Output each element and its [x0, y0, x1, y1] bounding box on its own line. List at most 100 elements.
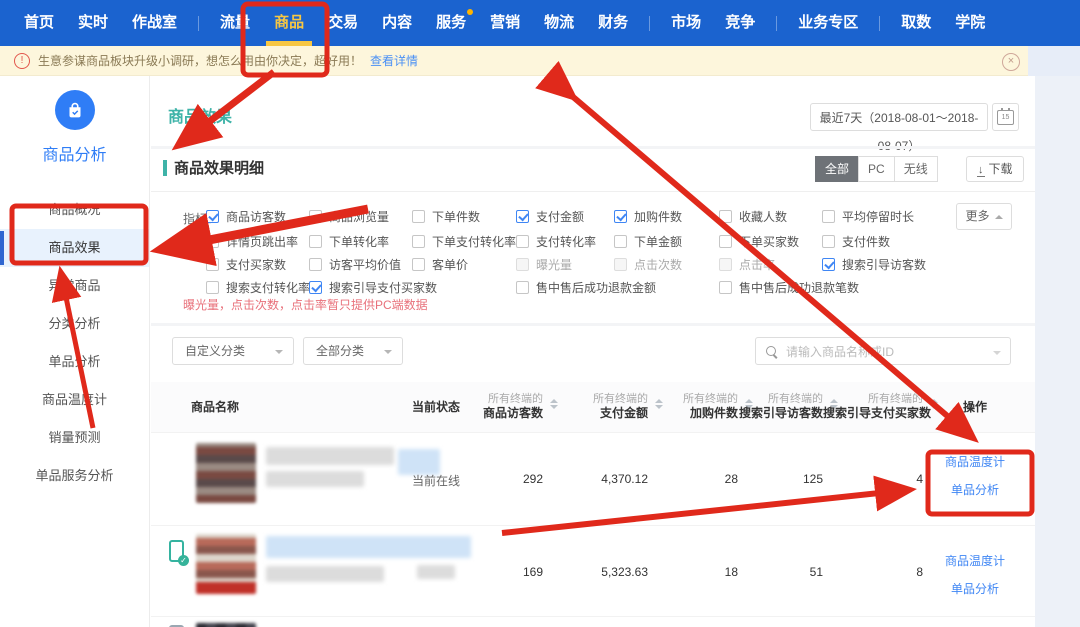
checkbox[interactable] — [719, 281, 732, 294]
checkbox[interactable] — [412, 258, 425, 271]
indicator-checkbox[interactable]: 下单支付转化率 — [412, 233, 516, 250]
action-link-thermometer[interactable]: 商品温度计 — [929, 552, 1021, 569]
checkbox-checked[interactable] — [822, 258, 835, 271]
action-link-thermometer[interactable]: 商品温度计 — [929, 453, 1021, 470]
sidebar-item[interactable]: 商品概况 — [0, 191, 149, 229]
indicator-checkbox[interactable]: 详情页跳出率 — [206, 233, 298, 250]
column-header-prefix: 所有终端的 — [736, 393, 823, 406]
checkbox[interactable] — [614, 235, 627, 248]
indicator-checkbox[interactable]: 点击率 — [719, 256, 775, 273]
nav-item[interactable]: 业务专区 — [798, 0, 858, 46]
indicator-checkbox[interactable]: 支付金额 — [516, 208, 584, 225]
action-link-item-analysis[interactable]: 单品分析 — [929, 481, 1021, 498]
checkbox[interactable] — [206, 258, 219, 271]
indicator-checkbox[interactable]: 下单件数 — [412, 208, 480, 225]
sidebar-item[interactable]: 分类分析 — [0, 305, 149, 343]
nav-item[interactable]: 作战室 — [132, 0, 177, 46]
checkbox-checked[interactable] — [309, 281, 322, 294]
tab-device[interactable]: PC — [858, 156, 895, 182]
top-nav-items: 首页实时作战室流量商品交易内容服务营销物流财务市场竞争业务专区取数学院 — [0, 0, 1080, 46]
checkbox[interactable] — [206, 281, 219, 294]
indicator-checkbox[interactable]: 搜索支付转化率 — [206, 279, 310, 296]
sidebar-item[interactable]: 单品服务分析 — [0, 457, 149, 495]
checkbox[interactable] — [309, 210, 322, 223]
nav-item[interactable]: 实时 — [78, 0, 108, 46]
sidebar-item[interactable]: 销量预测 — [0, 419, 149, 457]
checkbox[interactable] — [719, 210, 732, 223]
checkbox[interactable] — [309, 258, 322, 271]
nav-item[interactable]: 交易 — [328, 0, 358, 46]
checkbox[interactable] — [822, 235, 835, 248]
checkbox[interactable] — [614, 258, 627, 271]
custom-category-select[interactable]: 自定义分类 — [172, 337, 294, 365]
checkbox[interactable] — [516, 235, 529, 248]
indicator-checkbox[interactable]: 加购件数 — [614, 208, 682, 225]
checkbox[interactable] — [412, 235, 425, 248]
indicator-checkbox[interactable]: 下单金额 — [614, 233, 682, 250]
indicator-checkbox[interactable]: 商品访客数 — [206, 208, 286, 225]
nav-item[interactable]: 首页 — [24, 0, 54, 46]
indicator-checkbox[interactable]: 售中售后成功退款笔数 — [719, 279, 859, 296]
checkbox[interactable] — [719, 258, 732, 271]
checkbox-checked[interactable] — [516, 210, 529, 223]
nav-item[interactable]: 财务 — [598, 0, 628, 46]
sidebar-item[interactable]: 异常商品 — [0, 267, 149, 305]
checkbox-label: 下单转化率 — [329, 233, 389, 250]
nav-item[interactable]: 服务 — [436, 0, 466, 46]
indicator-checkbox[interactable]: 支付转化率 — [516, 233, 596, 250]
date-range-picker[interactable]: 最近7天（2018-08-01～2018-08-07） — [810, 103, 988, 131]
checkbox-label: 点击次数 — [634, 256, 682, 273]
checkbox[interactable] — [206, 235, 219, 248]
sidebar-item[interactable]: 商品温度计 — [0, 381, 149, 419]
indicator-checkbox[interactable]: 下单买家数 — [719, 233, 799, 250]
tab-active[interactable]: 全部 — [815, 156, 859, 182]
metric-value: 125 — [736, 472, 823, 486]
calendar-button[interactable]: 15 — [992, 103, 1019, 131]
indicator-checkbox[interactable]: 支付件数 — [822, 233, 890, 250]
close-icon[interactable]: × — [1002, 53, 1020, 71]
all-category-select[interactable]: 全部分类 — [303, 337, 403, 365]
indicator-checkbox[interactable]: 平均停留时长 — [822, 208, 914, 225]
indicator-checkbox[interactable]: 访客平均价值 — [309, 256, 401, 273]
metric-value: 8 — [823, 565, 923, 579]
indicator-checkbox[interactable]: 曝光量 — [516, 256, 572, 273]
sidebar-item[interactable]: 单品分析 — [0, 343, 149, 381]
indicator-checkbox[interactable]: 点击次数 — [614, 256, 682, 273]
indicator-checkbox[interactable]: 售中售后成功退款金额 — [516, 279, 656, 296]
nav-item[interactable]: 内容 — [382, 0, 412, 46]
nav-item[interactable]: 物流 — [544, 0, 574, 46]
nav-item[interactable]: 学院 — [955, 0, 985, 46]
nav-item[interactable]: 竞争 — [725, 0, 755, 46]
section-title: 商品效果明细 — [174, 157, 264, 178]
indicator-checkbox[interactable]: 客单价 — [412, 256, 468, 273]
indicator-checkbox[interactable]: 搜索引导支付买家数 — [309, 279, 437, 296]
checkbox-label: 下单件数 — [432, 208, 480, 225]
status-cell: 当前在线 — [401, 472, 471, 489]
checkbox[interactable] — [719, 235, 732, 248]
search-input[interactable] — [784, 339, 988, 365]
sidebar-item[interactable]: 商品效果 — [0, 229, 149, 267]
nav-item[interactable]: 市场 — [671, 0, 701, 46]
checkbox[interactable] — [412, 210, 425, 223]
banner-detail-link[interactable]: 查看详情 — [370, 52, 418, 69]
more-button[interactable]: 更多 — [956, 203, 1012, 230]
checkbox[interactable] — [309, 235, 322, 248]
download-button[interactable]: ↓下载 — [966, 156, 1024, 182]
nav-item[interactable]: 取数 — [901, 0, 931, 46]
checkbox[interactable] — [516, 281, 529, 294]
tab-device[interactable]: 无线 — [894, 156, 938, 182]
checkbox-checked[interactable] — [614, 210, 627, 223]
nav-item[interactable]: 流量 — [220, 0, 250, 46]
action-link-item-analysis[interactable]: 单品分析 — [929, 580, 1021, 597]
checkbox[interactable] — [822, 210, 835, 223]
indicator-checkbox[interactable]: 商品浏览量 — [309, 208, 389, 225]
indicator-checkbox[interactable]: 搜索引导访客数 — [822, 256, 926, 273]
nav-item[interactable]: 营销 — [490, 0, 520, 46]
checkbox[interactable] — [516, 258, 529, 271]
indicator-checkbox[interactable]: 收藏人数 — [719, 208, 787, 225]
device-tabs: 全部PC无线 — [816, 156, 938, 182]
checkbox-checked[interactable] — [206, 210, 219, 223]
indicator-checkbox[interactable]: 支付买家数 — [206, 256, 286, 273]
indicator-checkbox[interactable]: 下单转化率 — [309, 233, 389, 250]
nav-item[interactable]: 商品 — [274, 0, 304, 46]
